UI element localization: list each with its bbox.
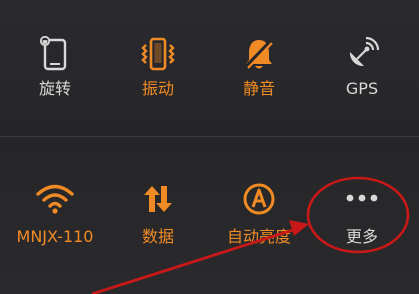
gps-satellite-icon: [349, 36, 380, 67]
auto-brightness-label: 自动亮度: [226, 227, 291, 246]
vibrate-icon: [141, 37, 175, 71]
gps-label: GPS: [345, 79, 379, 98]
vibrate-toggle[interactable]: 振动: [108, 0, 208, 130]
quick-settings-row-1: 旋转 振动 静音 GPS: [0, 0, 419, 140]
rotate-toggle[interactable]: 旋转: [5, 0, 105, 130]
mobile-data-icon: [144, 186, 172, 212]
mobile-data-toggle[interactable]: 数据: [108, 140, 208, 260]
mute-toggle[interactable]: 静音: [209, 0, 309, 130]
mute-bell-icon: [245, 39, 273, 69]
mute-label: 静音: [242, 79, 275, 98]
quick-settings-panel: 旋转 振动 静音 GPS MNJX-110 数据 自动亮度 更多: [0, 0, 419, 294]
wifi-toggle[interactable]: MNJX-110: [5, 140, 105, 260]
rotate-label: 旋转: [38, 79, 71, 98]
gps-toggle[interactable]: GPS: [312, 0, 412, 130]
row-divider: [0, 136, 419, 137]
mobile-data-label: 数据: [141, 227, 174, 246]
wifi-label: MNJX-110: [16, 227, 94, 246]
rotation-lock-icon: [39, 36, 67, 71]
more-dots-icon: [346, 194, 378, 202]
auto-brightness-icon: [243, 183, 275, 215]
more-toggle[interactable]: 更多: [312, 140, 412, 260]
more-label: 更多: [345, 227, 378, 246]
wifi-icon: [36, 184, 74, 214]
auto-brightness-toggle[interactable]: 自动亮度: [209, 140, 309, 260]
vibrate-label: 振动: [141, 79, 174, 98]
quick-settings-row-2: MNJX-110 数据 自动亮度 更多: [0, 140, 419, 294]
